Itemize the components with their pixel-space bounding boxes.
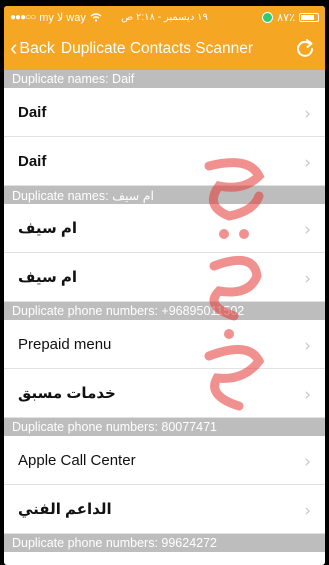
list-item[interactable]: الداعم الفني ›: [4, 485, 325, 534]
refresh-icon[interactable]: [295, 38, 315, 58]
back-button[interactable]: ‹ Back: [4, 35, 55, 60]
chevron-left-icon: ‹: [10, 35, 18, 60]
list-item[interactable]: Apple Call Center ›: [4, 436, 325, 485]
list-item[interactable]: Daif ›: [4, 88, 325, 137]
back-label: Back: [19, 40, 55, 57]
contact-name: Daif: [18, 152, 47, 170]
chevron-right-icon: ›: [304, 385, 311, 405]
contact-name: ام سيف: [18, 269, 78, 286]
chevron-right-icon: ›: [304, 153, 311, 173]
contact-name: ام سيف: [18, 220, 78, 237]
section-header: Duplicate phone numbers: 99624272: [4, 534, 325, 552]
contact-name: Apple Call Center: [18, 451, 136, 469]
page-title: Duplicate Contacts Scanner: [60, 40, 254, 57]
section-header: Duplicate phone numbers: 80077471: [4, 418, 325, 436]
chevron-right-icon: ›: [304, 336, 311, 356]
list-item[interactable]: ام سيف ›: [4, 204, 325, 253]
list-item[interactable]: Daif ›: [4, 137, 325, 186]
battery-icon: [299, 12, 319, 22]
contact-name: Daif: [18, 103, 47, 121]
chevron-right-icon: ›: [304, 104, 311, 124]
phone-screen: ●●●○○ my ﻻ way ١٩ ديسمبر - ٢:١٨ ص ٨٧٪ ‹ …: [4, 6, 325, 565]
contact-name: الداعم الفني: [18, 501, 112, 518]
section-header: Duplicate names: ام سيف: [4, 186, 325, 204]
contact-name: خدمات مسبق: [18, 385, 116, 402]
nav-bar: ‹ Back Duplicate Contacts Scanner: [4, 28, 325, 70]
duplicate-list: Duplicate names: Daif Daif › Daif › Dupl…: [4, 70, 325, 552]
list-item[interactable]: خدمات مسبق ›: [4, 369, 325, 418]
chevron-right-icon: ›: [304, 220, 311, 240]
list-item[interactable]: ام سيف ›: [4, 253, 325, 302]
chevron-right-icon: ›: [304, 452, 311, 472]
section-header: Duplicate names: Daif: [4, 70, 325, 88]
chevron-right-icon: ›: [304, 501, 311, 521]
status-datetime: ١٩ ديسمبر - ٢:١٨ ص: [121, 11, 208, 23]
status-bar: ●●●○○ my ﻻ way ١٩ ديسمبر - ٢:١٨ ص ٨٧٪: [4, 6, 325, 28]
list-item[interactable]: Prepaid menu ›: [4, 320, 325, 369]
section-header: Duplicate phone numbers: +96895011502: [4, 302, 325, 320]
chevron-right-icon: ›: [304, 269, 311, 289]
contact-name: Prepaid menu: [18, 335, 112, 353]
